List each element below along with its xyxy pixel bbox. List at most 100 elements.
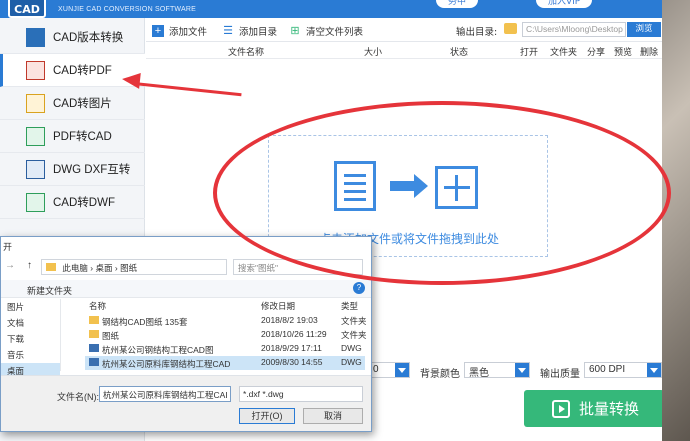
dwg-file-icon <box>89 344 99 352</box>
first-select[interactable]: 0 <box>368 362 410 378</box>
filename-input[interactable]: 杭州某公司原料库钢结构工程CAI <box>99 386 231 402</box>
address-bar[interactable]: 此电脑 › 桌面 › 图纸 <box>41 259 227 275</box>
breadcrumb-pc[interactable]: 此电脑 <box>62 263 88 273</box>
file-type: 文件夹 <box>341 330 367 340</box>
cancel-button[interactable]: 取消 <box>303 408 363 424</box>
chevron-down-icon <box>647 363 661 377</box>
play-icon <box>552 399 570 418</box>
output-path-input[interactable]: C:\Users\Mloong\Desktop <box>522 22 626 37</box>
file-type-filter[interactable]: *.dxf *.dwg <box>239 386 363 402</box>
app-logo: CAD <box>8 0 46 18</box>
col-name[interactable]: 名称 <box>89 300 106 312</box>
dialog-command-bar: 新建文件夹 ? <box>1 280 371 298</box>
sidebar-item-cad-to-dwf[interactable]: CAD转DWF <box>0 186 145 219</box>
browse-button[interactable]: 浏览 <box>627 22 661 37</box>
cad-version-icon <box>26 27 45 47</box>
first-select-value: 0 <box>373 364 379 375</box>
list-icon: ☰ <box>223 25 233 37</box>
service-button[interactable]: 务中 <box>436 0 479 8</box>
cad-to-pdf-icon <box>26 60 45 80</box>
app-subtitle: XUNJIE CAD CONVERSION SOFTWARE <box>58 6 196 13</box>
plus-icon: + <box>152 25 164 37</box>
sidebar-item-cad-version[interactable]: CAD版本转换 <box>0 21 145 54</box>
folder-icon <box>89 330 99 338</box>
quality-value: 600 DPI <box>589 364 626 375</box>
file-type: DWG <box>341 357 362 367</box>
cad-to-image-icon <box>26 93 45 113</box>
toolbar: + 添加文件 ☰ 添加目录 ⊞ 清空文件列表 输出目录: C:\Users\Ml… <box>146 18 662 42</box>
new-folder-button[interactable]: 新建文件夹 <box>27 284 72 297</box>
col-size: 大小 <box>364 47 383 57</box>
annotation-arrow-head <box>121 71 141 89</box>
file-type: 文件夹 <box>341 316 367 326</box>
pdf-to-cad-icon <box>26 126 45 146</box>
file-type: DWG <box>341 343 362 353</box>
clear-list-button[interactable]: ⊞ 清空文件列表 <box>289 24 363 38</box>
breadcrumb-drawings[interactable]: 图纸 <box>120 263 137 273</box>
sidebar-item-label: CAD版本转换 <box>53 32 124 44</box>
nav-item-pictures[interactable]: 图片 <box>1 299 60 315</box>
open-button[interactable]: 打开(O) <box>239 408 295 424</box>
file-row-selected[interactable]: 杭州某公司原料库钢结构工程CAD 2009/8/30 14:55 DWG <box>85 356 365 370</box>
file-list-header: 文件名称 大小 状态 打开 文件夹 分享 预览 删除 <box>146 43 662 59</box>
folder-icon <box>46 263 56 271</box>
file-row[interactable]: 钢结构CAD图纸 135套 2018/8/2 19:03 文件夹 <box>85 314 367 328</box>
file-name: 钢结构CAD图纸 135套 <box>102 317 188 327</box>
title-bar: CAD XUNJIE CAD CONVERSION SOFTWARE 务中 加入… <box>0 0 662 18</box>
col-filename: 文件名称 <box>228 47 265 57</box>
file-date: 2018/8/2 19:03 <box>261 315 318 325</box>
folder-icon <box>89 316 99 324</box>
sidebar-item-label: DWG DXF互转 <box>53 164 131 176</box>
file-name: 图纸 <box>102 331 120 341</box>
add-file-button[interactable]: + 添加文件 <box>152 24 207 38</box>
file-date: 2018/10/26 11:29 <box>261 329 327 339</box>
sidebar-item-label: CAD转PDF <box>53 65 112 77</box>
sidebar-item-cad-to-image[interactable]: CAD转图片 <box>0 87 145 120</box>
add-directory-button[interactable]: ☰ 添加目录 <box>222 24 277 38</box>
file-date: 2009/8/30 14:55 <box>261 357 323 367</box>
col-type[interactable]: 类型 <box>341 300 358 312</box>
add-directory-label: 添加目录 <box>239 27 278 38</box>
filename-label: 文件名(N): <box>57 392 99 402</box>
up-icon[interactable]: ↑ <box>27 260 32 271</box>
nav-item-downloads[interactable]: 下载 <box>1 331 60 347</box>
nav-item-music[interactable]: 音乐 <box>1 347 60 363</box>
sidebar-item-dwg-dxf[interactable]: DWG DXF互转 <box>0 153 145 186</box>
sidebar-item-pdf-to-cad[interactable]: PDF转CAD <box>0 120 145 153</box>
file-row[interactable]: 图纸 2018/10/26 11:29 文件夹 <box>85 328 367 342</box>
col-delete: 删除 <box>640 47 659 57</box>
col-status: 状态 <box>450 47 469 57</box>
broom-icon: ⊞ <box>290 25 300 37</box>
col-open: 打开 <box>520 47 539 57</box>
breadcrumb-desktop[interactable]: 桌面 <box>95 263 112 273</box>
vip-button[interactable]: 加入VIP <box>536 0 593 8</box>
quality-label: 输出质量 <box>540 369 580 380</box>
bg-color-value: 黑色 <box>469 368 489 379</box>
sidebar-item-label: CAD转DWF <box>53 197 115 209</box>
dialog-nav-pane: 图片 文档 下载 音乐 桌面 <box>1 299 61 379</box>
col-preview: 预览 <box>614 47 633 57</box>
file-row[interactable]: 杭州某公司钢结构工程CAD图 2018/9/29 17:11 DWG <box>85 342 365 356</box>
dwg-file-icon <box>89 358 99 366</box>
folder-icon[interactable] <box>504 23 517 34</box>
file-date: 2018/9/29 17:11 <box>261 343 322 353</box>
nav-item-documents[interactable]: 文档 <box>1 315 60 331</box>
col-modified[interactable]: 修改日期 <box>261 300 295 312</box>
file-name: 杭州某公司钢结构工程CAD图 <box>102 345 214 355</box>
annotation-ellipse <box>213 101 671 285</box>
file-name: 杭州某公司原料库钢结构工程CAD <box>102 359 231 369</box>
clear-list-label: 清空文件列表 <box>306 27 364 38</box>
dialog-file-list: 名称 修改日期 类型 钢结构CAD图纸 135套 2018/8/2 19:03 … <box>85 299 367 371</box>
chevron-down-icon <box>395 363 409 377</box>
col-folder: 文件夹 <box>550 47 578 57</box>
file-list-header: 名称 修改日期 类型 <box>85 299 365 313</box>
bg-color-select[interactable]: 黑色 <box>464 362 530 379</box>
batch-convert-button[interactable]: 批量转换 <box>524 390 662 427</box>
col-share: 分享 <box>587 47 606 57</box>
help-icon[interactable]: ? <box>353 282 365 294</box>
chevron-down-icon <box>515 363 529 377</box>
cad-to-dwf-icon <box>26 192 45 212</box>
batch-convert-label: 批量转换 <box>579 401 640 418</box>
back-icon[interactable]: → <box>5 260 15 271</box>
quality-select[interactable]: 600 DPI <box>584 362 662 378</box>
